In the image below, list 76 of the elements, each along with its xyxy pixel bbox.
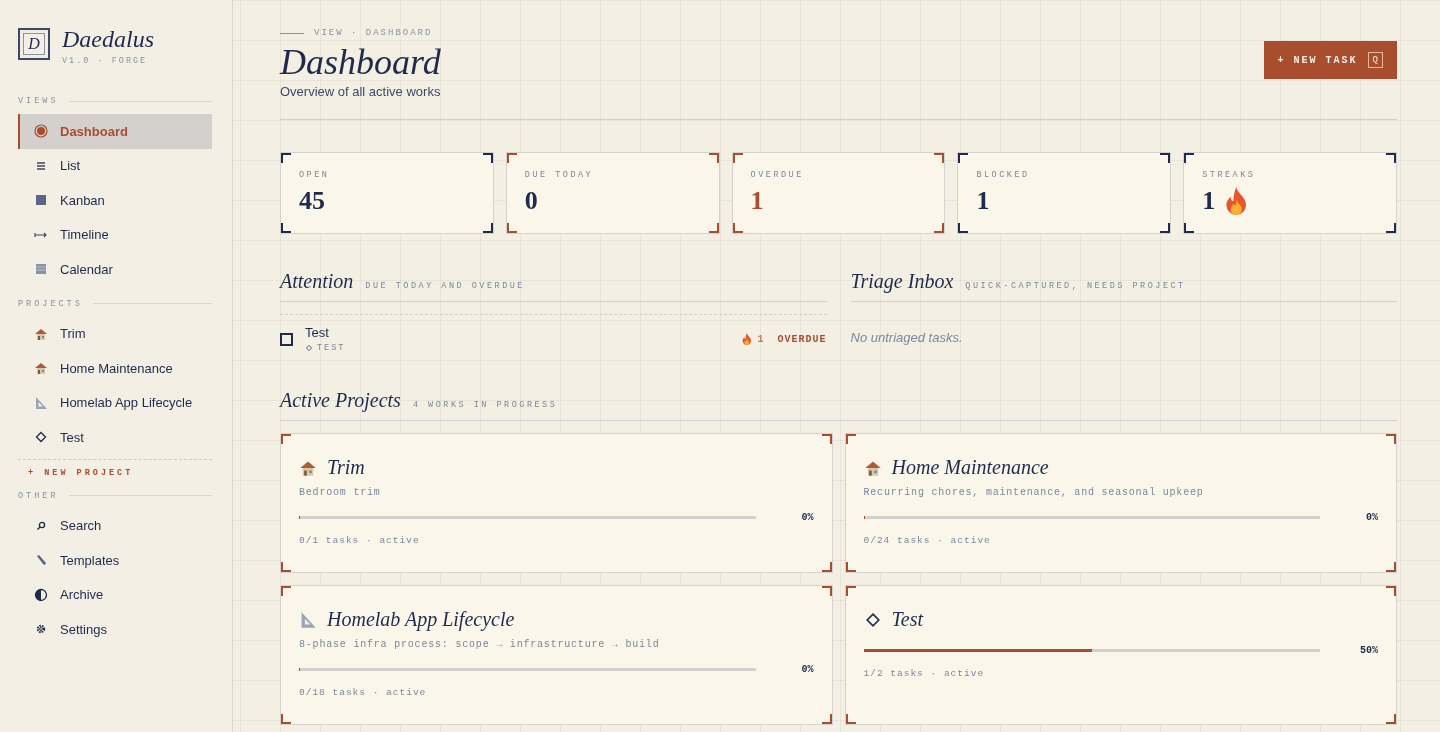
stat-label: BLOCKED [976, 170, 1031, 180]
house-icon [34, 361, 48, 376]
progress-percent: 50% [1359, 645, 1378, 656]
stat-value: 1 [976, 186, 990, 216]
app-version: V1.0 · FORGE [62, 56, 149, 66]
nav-item[interactable]: Dashboard [18, 114, 212, 149]
project-meta: 1/2 tasks · active [863, 668, 986, 679]
project-card[interactable]: Trim Bedroom trim 0% 0/1 tasks · active [280, 433, 833, 573]
task-checkbox[interactable] [280, 332, 293, 346]
status-label: OVERDUE [777, 333, 827, 345]
stat-label: OVERDUE [750, 170, 805, 180]
square-icon [34, 193, 48, 208]
half-circle-icon [34, 587, 48, 602]
project-meta: 0/18 tasks · active [299, 687, 428, 698]
section-label: OTHER [18, 490, 59, 501]
task-title: Test [305, 325, 330, 340]
nav-item[interactable]: Calendar [18, 252, 212, 287]
nav-item[interactable]: Home Maintenance [18, 351, 212, 386]
house-icon [34, 326, 48, 341]
nav-item[interactable]: List [18, 148, 212, 183]
breadcrumb: VIEW · DASHBOARD [314, 28, 433, 38]
section-title: Attention [280, 270, 354, 293]
nav-item[interactable]: Archive [18, 577, 212, 612]
diamond-icon [305, 344, 313, 352]
triangle-ruler-icon [34, 395, 48, 410]
stat-label: OPEN [299, 170, 331, 180]
nav-item[interactable]: Settings [18, 612, 212, 647]
stat-label: DUE TODAY [524, 170, 595, 180]
nav-item[interactable]: Homelab App Lifecycle [18, 385, 212, 420]
section-subtitle: QUICK-CAPTURED, NEEDS PROJECT [965, 281, 1186, 291]
project-card[interactable]: Test 50% 1/2 tasks · active [844, 585, 1397, 725]
stat-value: 1 [750, 186, 764, 216]
flame-icon [741, 333, 752, 345]
section-label: VIEWS [18, 96, 59, 106]
task-project: TEST [317, 343, 346, 353]
page-subtitle: Overview of all active works [280, 84, 441, 99]
project-name: Home Maintenance [891, 456, 1049, 479]
new-task-button[interactable]: + NEW TASK Q [1263, 41, 1397, 79]
page-title: Dashboard [280, 41, 441, 84]
diamond-icon [34, 430, 48, 445]
stat-value: 0 [524, 186, 538, 216]
nav-item[interactable]: Kanban [18, 183, 212, 218]
nav-item[interactable]: Test [18, 420, 212, 455]
section-title: Triage Inbox [850, 270, 954, 293]
progress-percent: 0% [800, 664, 814, 675]
empty-message: No untriaged tasks. [850, 330, 964, 345]
project-name: Homelab App Lifecycle [327, 608, 515, 631]
nav-item[interactable]: Templates [18, 543, 212, 578]
stat-label: STREAKS [1202, 170, 1257, 180]
project-description: Recurring chores, maintenance, and seasonal upkeep [863, 487, 1205, 498]
progress-percent: 0% [800, 512, 814, 523]
triangle-ruler-icon [299, 610, 317, 629]
stat-value: 45 [299, 186, 325, 216]
streak-count: 1 [757, 333, 764, 345]
section-label: PROJECTS [18, 298, 83, 309]
nav-item[interactable]: Timeline [18, 217, 212, 252]
section-subtitle: 4 WORKS IN PROGRESS [412, 400, 558, 410]
project-description: 8-phase infra process: scope → infrastructure → build [299, 639, 661, 650]
calendar-icon [34, 262, 48, 277]
section-subtitle: DUE TODAY AND OVERDUE [365, 281, 525, 291]
app-name: Daedalus [62, 26, 154, 52]
new-project-link[interactable]: + NEW PROJECT [28, 467, 134, 478]
project-card[interactable]: Home Maintenance Recurring chores, maintenance, and seasonal upkeep 0% 0/24 tasks · active [844, 433, 1397, 573]
project-card[interactable]: Homelab App Lifecycle 8-phase infra process: scope → infrastructure → build 0% 0/18 tasks · active [280, 585, 833, 725]
project-name: Test [891, 608, 923, 631]
project-meta: 0/1 tasks · active [299, 535, 421, 546]
progress-percent: 0% [1365, 512, 1378, 523]
logo: D [18, 28, 50, 60]
project-name: Trim [327, 456, 365, 479]
stat-value: 1 [1202, 186, 1216, 216]
project-meta: 0/24 tasks · active [863, 535, 992, 546]
section-title: Active Projects [280, 389, 401, 412]
nav-item[interactable]: Trim [18, 316, 212, 351]
target-icon [34, 124, 48, 139]
project-description: Bedroom trim [299, 487, 382, 498]
nav-item[interactable]: Search [18, 508, 212, 543]
